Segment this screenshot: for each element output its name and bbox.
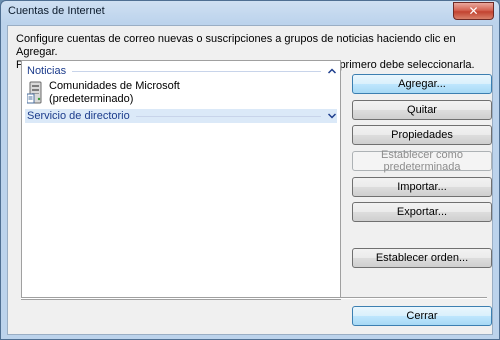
group-label: Noticias bbox=[27, 65, 67, 77]
group-header-servicio-directorio[interactable]: Servicio de directorio bbox=[25, 109, 337, 123]
remove-button[interactable]: Quitar bbox=[352, 100, 492, 120]
import-button[interactable]: Importar... bbox=[352, 177, 492, 197]
set-default-button[interactable]: Establecer como predeterminada bbox=[352, 149, 492, 173]
close-icon: ✕ bbox=[468, 4, 479, 18]
account-default-label: (predeterminado) bbox=[49, 93, 134, 105]
export-button[interactable]: Exportar... bbox=[352, 202, 492, 222]
chevron-up-icon[interactable] bbox=[327, 66, 337, 76]
set-order-button[interactable]: Establecer orden... bbox=[352, 248, 492, 268]
chevron-down-icon[interactable] bbox=[327, 111, 337, 121]
title-bar[interactable]: Cuentas de Internet ✕ bbox=[1, 1, 499, 23]
group-divider bbox=[135, 115, 321, 117]
properties-button[interactable]: Propiedades bbox=[352, 125, 492, 145]
group-header-noticias[interactable]: Noticias bbox=[25, 64, 337, 78]
news-server-icon bbox=[26, 81, 45, 105]
group-divider bbox=[72, 70, 321, 72]
window-close-button[interactable]: ✕ bbox=[453, 2, 494, 20]
list-item[interactable]: Comunidades de Microsoft (predeterminado… bbox=[26, 79, 277, 107]
add-button[interactable]: Agregar... bbox=[352, 74, 492, 94]
internet-accounts-dialog: Cuentas de Internet ✕ Configure cuentas … bbox=[0, 0, 500, 340]
divider bbox=[21, 297, 487, 299]
window-title: Cuentas de Internet bbox=[8, 5, 105, 17]
group-label: Servicio de directorio bbox=[27, 110, 130, 122]
dialog-body: Configure cuentas de correo nuevas o sus… bbox=[7, 25, 493, 335]
accounts-listbox[interactable]: Noticias Comunidades de Microsoft (prede… bbox=[21, 60, 341, 300]
instructions-line-1: Configure cuentas de correo nuevas o sus… bbox=[16, 33, 456, 58]
account-name: Comunidades de Microsoft bbox=[49, 80, 180, 92]
account-text: Comunidades de Microsoft (predeterminado… bbox=[49, 80, 180, 106]
close-button[interactable]: Cerrar bbox=[352, 306, 492, 326]
